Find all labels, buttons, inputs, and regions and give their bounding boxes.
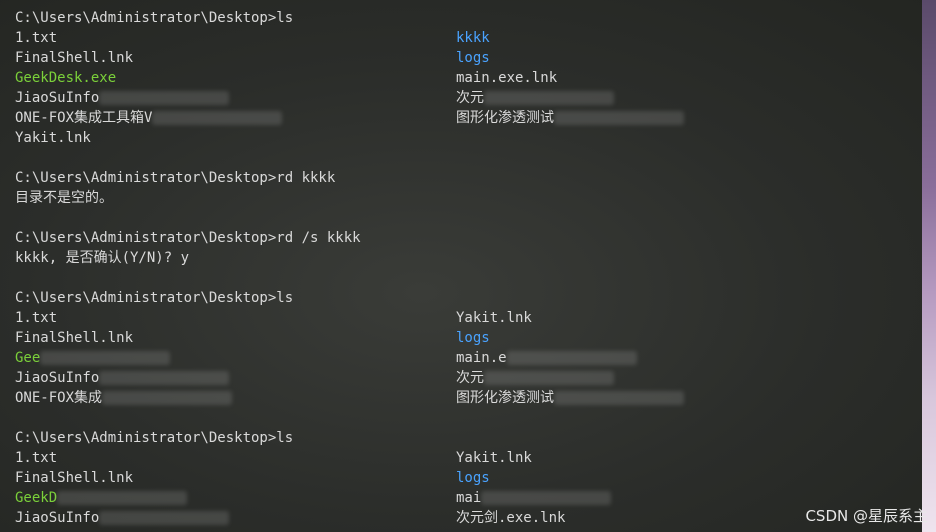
terminal-line: FinalShell.lnk logs	[15, 468, 915, 488]
terminal-line-left: GeekDesk.exe	[15, 70, 117, 86]
terminal-line-right: logs	[456, 330, 490, 346]
terminal-line-right: logs	[456, 470, 490, 486]
terminal-line: JiaoSuInfo 次元剑.exe.lnk	[15, 508, 915, 528]
terminal-line-right: 图形化渗透测试	[456, 388, 684, 408]
terminal-line: ONE-FOX集成 图形化渗透测试	[15, 388, 915, 408]
terminal-line-left: C:\Users\Administrator\Desktop>ls	[15, 430, 294, 446]
terminal-line: ONE-FOX集成工具箱V 图形化渗透测试	[15, 108, 915, 128]
terminal-line-right: main.exe.lnk	[456, 70, 558, 86]
terminal-line-left: C:\Users\Administrator\Desktop>ls	[15, 10, 294, 26]
redacted-text	[99, 371, 230, 385]
terminal-line: Gee main.e	[15, 348, 915, 368]
terminal-line-left: Gee	[15, 350, 41, 366]
terminal-line-right: kkkk	[456, 30, 490, 46]
terminal-line-left: ONE-FOX集成	[15, 390, 103, 406]
terminal-line-left: FinalShell.lnk	[15, 50, 134, 66]
terminal-line-left: FinalShell.lnk	[15, 330, 134, 346]
redacted-text	[152, 111, 283, 125]
terminal-line-left: GeekD	[15, 490, 58, 506]
terminal-line-right: main.e	[456, 348, 637, 368]
terminal-line: C:\Users\Administrator\Desktop>rd kkkk	[15, 168, 915, 188]
redacted-text	[481, 491, 612, 505]
terminal-line: 1.txt Yakit.lnk	[15, 308, 915, 328]
terminal-line-left: ONE-FOX集成工具箱V	[15, 110, 153, 126]
terminal-line: C:\Users\Administrator\Desktop>ls	[15, 428, 915, 448]
terminal-line-left: FinalShell.lnk	[15, 470, 134, 486]
redacted-text	[99, 511, 230, 525]
redacted-text	[57, 491, 188, 505]
terminal-line-right: 次元	[456, 368, 614, 388]
redacted-text	[554, 111, 684, 125]
terminal-line-right: Yakit.lnk	[456, 450, 532, 466]
terminal-line: Yakit.lnk	[15, 128, 915, 148]
terminal-line: FinalShell.lnk logs	[15, 48, 915, 68]
watermark: CSDN @星辰系主	[805, 507, 928, 525]
terminal-line-left: C:\Users\Administrator\Desktop>rd kkkk	[15, 170, 336, 186]
redacted-text	[102, 391, 233, 405]
redacted-text	[99, 91, 230, 105]
terminal-line: C:\Users\Administrator\Desktop>ls	[15, 288, 915, 308]
terminal-line-left: JiaoSuInfo	[15, 90, 100, 106]
terminal-line-left: 目录不是空的。	[15, 190, 113, 206]
terminal-line: C:\Users\Administrator\Desktop>ls	[15, 8, 915, 28]
terminal-line-right: mai	[456, 488, 612, 508]
redacted-text	[484, 371, 614, 385]
terminal-line: JiaoSuInfo 次元	[15, 368, 915, 388]
terminal-line: JiaoSuInfo 次元	[15, 88, 915, 108]
terminal-line-left: 1.txt	[15, 30, 58, 46]
terminal-line: 1.txt kkkk	[15, 28, 915, 48]
terminal-line: 1.txt Yakit.lnk	[15, 448, 915, 468]
terminal-line-left: C:\Users\Administrator\Desktop>rd /s kkk…	[15, 230, 361, 246]
redacted-text	[554, 391, 684, 405]
terminal-line-right: Yakit.lnk	[456, 310, 532, 326]
terminal-line-left: C:\Users\Administrator\Desktop>ls	[15, 290, 294, 306]
terminal-line-left: 1.txt	[15, 450, 58, 466]
terminal-line: C:\Users\Administrator\Desktop>rd /s kkk…	[15, 228, 915, 248]
terminal-window[interactable]: C:\Users\Administrator\Desktop>ls 1.txt kk…	[0, 0, 936, 532]
terminal-line-right: 次元剑.exe.lnk	[456, 510, 566, 526]
terminal-line-left: 1.txt	[15, 310, 58, 326]
terminal-line-left: JiaoSuInfo	[15, 370, 100, 386]
terminal-line-right: logs	[456, 50, 490, 66]
terminal-line-right: 图形化渗透测试	[456, 108, 684, 128]
terminal-line: 目录不是空的。	[15, 188, 915, 208]
redacted-text	[40, 351, 171, 365]
terminal-line: GeekDesk.exe main.exe.lnk	[15, 68, 915, 88]
terminal-line-right: 次元	[456, 88, 614, 108]
desktop-wallpaper-edge	[922, 0, 936, 532]
terminal-line-left: kkkk, 是否确认(Y/N)? y	[15, 250, 190, 266]
redacted-text	[484, 91, 614, 105]
terminal-line-left: JiaoSuInfo	[15, 510, 100, 526]
terminal-line: FinalShell.lnk logs	[15, 328, 915, 348]
terminal-line: kkkk, 是否确认(Y/N)? y	[15, 248, 915, 268]
terminal-output: C:\Users\Administrator\Desktop>ls 1.txt kk…	[15, 8, 915, 528]
redacted-text	[506, 351, 637, 365]
terminal-line: GeekD mai	[15, 488, 915, 508]
terminal-line-left: Yakit.lnk	[15, 130, 91, 146]
